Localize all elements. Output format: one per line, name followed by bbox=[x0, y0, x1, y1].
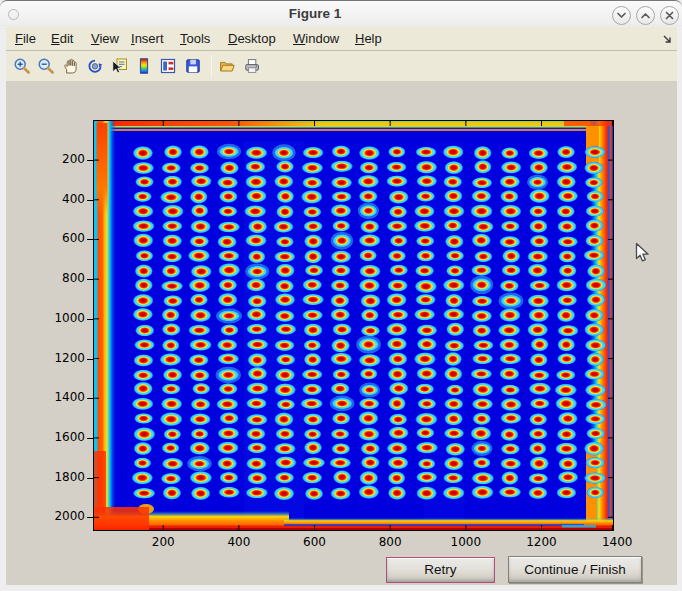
minimize-button[interactable] bbox=[612, 6, 631, 25]
x-tick-label: 1200 bbox=[512, 535, 572, 549]
y-tick-label: 800 bbox=[45, 271, 85, 285]
y-tick-mark bbox=[87, 200, 93, 201]
y-tick-label: 1200 bbox=[45, 351, 85, 365]
mouse-pointer-icon bbox=[635, 242, 651, 264]
y-tick-mark bbox=[87, 359, 93, 360]
menu-overflow-arrow-icon[interactable] bbox=[661, 33, 673, 45]
close-icon bbox=[661, 7, 678, 24]
window-title: Figure 1 bbox=[0, 6, 682, 21]
rotate-3d-icon[interactable] bbox=[86, 57, 104, 75]
figure-canvas: 200 400 600 800 1000 1200 1400 1600 1800 2000 200 4… bbox=[6, 81, 677, 585]
y-tick-label: 2000 bbox=[45, 509, 85, 523]
x-tick-label: 1400 bbox=[587, 535, 647, 549]
y-tick-mark bbox=[87, 517, 93, 518]
close-button[interactable] bbox=[660, 6, 679, 25]
pan-icon[interactable] bbox=[62, 57, 80, 75]
menu-bar: File Edit View Insert Tools Desktop Window Help bbox=[6, 27, 677, 50]
y-tick-mark bbox=[87, 319, 93, 320]
x-tick-label: 1000 bbox=[436, 535, 496, 549]
menu-desktop[interactable]: Desktop bbox=[228, 27, 276, 50]
y-tick-mark bbox=[87, 438, 93, 439]
menu-edit[interactable]: Edit bbox=[51, 27, 73, 50]
y-tick-label: 1400 bbox=[45, 390, 85, 404]
y-tick-label: 1800 bbox=[45, 470, 85, 484]
open-folder-icon[interactable] bbox=[218, 57, 236, 75]
toolbar-separator bbox=[211, 55, 212, 77]
menu-file[interactable]: File bbox=[15, 27, 36, 50]
y-tick-label: 200 bbox=[45, 152, 85, 166]
print-icon[interactable] bbox=[243, 57, 261, 75]
x-tick-label: 400 bbox=[209, 535, 269, 549]
save-icon[interactable] bbox=[184, 57, 202, 75]
zoom-in-icon[interactable] bbox=[13, 57, 31, 75]
y-tick-mark bbox=[87, 279, 93, 280]
y-tick-label: 600 bbox=[45, 231, 85, 245]
y-tick-mark bbox=[87, 160, 93, 161]
y-tick-mark bbox=[87, 239, 93, 240]
x-tick-label: 600 bbox=[285, 535, 345, 549]
x-tick-label: 200 bbox=[133, 535, 193, 549]
title-bar[interactable]: Figure 1 bbox=[0, 0, 682, 26]
insert-legend-icon[interactable] bbox=[159, 57, 177, 75]
x-tick-label: 800 bbox=[360, 535, 420, 549]
data-cursor-icon[interactable] bbox=[110, 57, 128, 75]
y-tick-label: 400 bbox=[45, 192, 85, 206]
continue-finish-button[interactable]: Continue / Finish bbox=[508, 556, 642, 583]
heatmap-image[interactable] bbox=[94, 121, 613, 530]
chevron-up-icon bbox=[637, 7, 654, 24]
y-tick-label: 1000 bbox=[45, 311, 85, 325]
chevron-down-icon bbox=[613, 7, 630, 24]
maximize-button[interactable] bbox=[636, 6, 655, 25]
plot-axes[interactable] bbox=[93, 120, 614, 531]
y-tick-mark bbox=[87, 398, 93, 399]
y-tick-label: 1600 bbox=[45, 430, 85, 444]
menu-tools[interactable]: Tools bbox=[180, 27, 210, 50]
menu-window[interactable]: Window bbox=[293, 27, 339, 50]
retry-button[interactable]: Retry bbox=[386, 557, 495, 583]
toolbar bbox=[6, 51, 677, 81]
insert-colorbar-icon[interactable] bbox=[135, 57, 153, 75]
menu-insert[interactable]: Insert bbox=[131, 27, 164, 50]
zoom-out-icon[interactable] bbox=[37, 57, 55, 75]
menu-help[interactable]: Help bbox=[355, 27, 382, 50]
y-tick-mark bbox=[87, 478, 93, 479]
menu-view[interactable]: View bbox=[91, 27, 119, 50]
